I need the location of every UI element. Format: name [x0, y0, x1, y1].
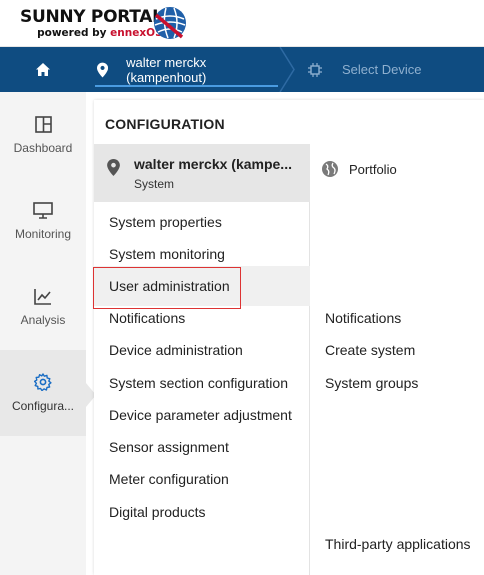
- app-header: SUNNY PORTAL powered by ennexOS: [0, 0, 484, 47]
- configuration-left-column: walter merckx (kampe... System System pr…: [93, 144, 310, 575]
- active-tab-indicator: [95, 85, 278, 87]
- device-selector-label: Select Device: [342, 62, 422, 77]
- dashboard-icon: [34, 115, 52, 133]
- system-name: walter merckx (kampe...: [134, 156, 292, 172]
- plant-selector-label: walter merckx (kampenhout): [126, 54, 207, 85]
- menu-item-device-administration[interactable]: Device administration: [109, 342, 243, 358]
- chart-line-icon: [34, 288, 51, 305]
- menu-item-system-section-configuration[interactable]: System section configuration: [109, 375, 288, 391]
- monitor-icon: [33, 201, 53, 219]
- sma-globe-logo-icon: [154, 7, 186, 39]
- logo-subtitle: powered by ennexOS: [37, 27, 163, 39]
- sidebar-item-label: Monitoring: [14, 226, 72, 241]
- menu-item-create-system[interactable]: Create system: [325, 342, 415, 358]
- page-title: CONFIGURATION: [105, 116, 225, 132]
- portfolio-label: Portfolio: [349, 161, 397, 177]
- sidebar-item-label: Configura...: [11, 399, 75, 413]
- globe-icon: [322, 161, 338, 177]
- sidebar-item-monitoring[interactable]: Monitoring: [0, 178, 86, 264]
- breadcrumb-chevron-icon: [279, 47, 295, 92]
- sidebar-item-configuration[interactable]: Configura...: [0, 350, 86, 436]
- menu-item-third-party-applications[interactable]: Third-party applications: [325, 536, 471, 552]
- home-icon: [36, 63, 50, 76]
- logo-title: SUNNY PORTAL: [20, 7, 163, 27]
- menu-item-system-properties[interactable]: System properties: [109, 214, 222, 230]
- configuration-panel: CONFIGURATION walter merckx (kampe... Sy…: [93, 100, 484, 575]
- location-pin-icon: [107, 159, 120, 176]
- sidebar-item-label: Analysis: [20, 312, 66, 327]
- menu-item-sensor-assignment[interactable]: Sensor assignment: [109, 439, 229, 455]
- sidebar: Dashboard Monitoring Analysis Configura.…: [0, 92, 86, 575]
- menu-item-system-monitoring[interactable]: System monitoring: [109, 246, 225, 262]
- location-pin-icon: [97, 62, 109, 77]
- portfolio-item[interactable]: Portfolio: [321, 160, 397, 178]
- chip-icon: [308, 62, 322, 77]
- device-selector[interactable]: Select Device: [308, 47, 421, 92]
- menu-item-notifications[interactable]: Notifications: [109, 310, 185, 326]
- home-button[interactable]: [0, 47, 86, 92]
- user-administration-highlight-box: [93, 267, 241, 309]
- logo[interactable]: SUNNY PORTAL powered by ennexOS: [20, 7, 163, 40]
- menu-item-system-groups[interactable]: System groups: [325, 375, 418, 391]
- top-navbar: walter merckx (kampenhout) Select Device: [0, 47, 484, 92]
- menu-item-portfolio-notifications[interactable]: Notifications: [325, 310, 401, 326]
- sidebar-item-dashboard[interactable]: Dashboard: [0, 92, 86, 178]
- sidebar-item-label: Dashboard: [13, 140, 73, 155]
- menu-item-device-parameter-adjustment[interactable]: Device parameter adjustment: [109, 407, 292, 423]
- menu-item-digital-products[interactable]: Digital products: [109, 504, 206, 520]
- system-type: System: [134, 177, 175, 191]
- sidebar-item-analysis[interactable]: Analysis: [0, 264, 86, 350]
- selected-system-card[interactable]: walter merckx (kampe... System: [94, 144, 310, 202]
- gear-icon: [34, 373, 52, 391]
- menu-item-meter-configuration[interactable]: Meter configuration: [109, 471, 229, 487]
